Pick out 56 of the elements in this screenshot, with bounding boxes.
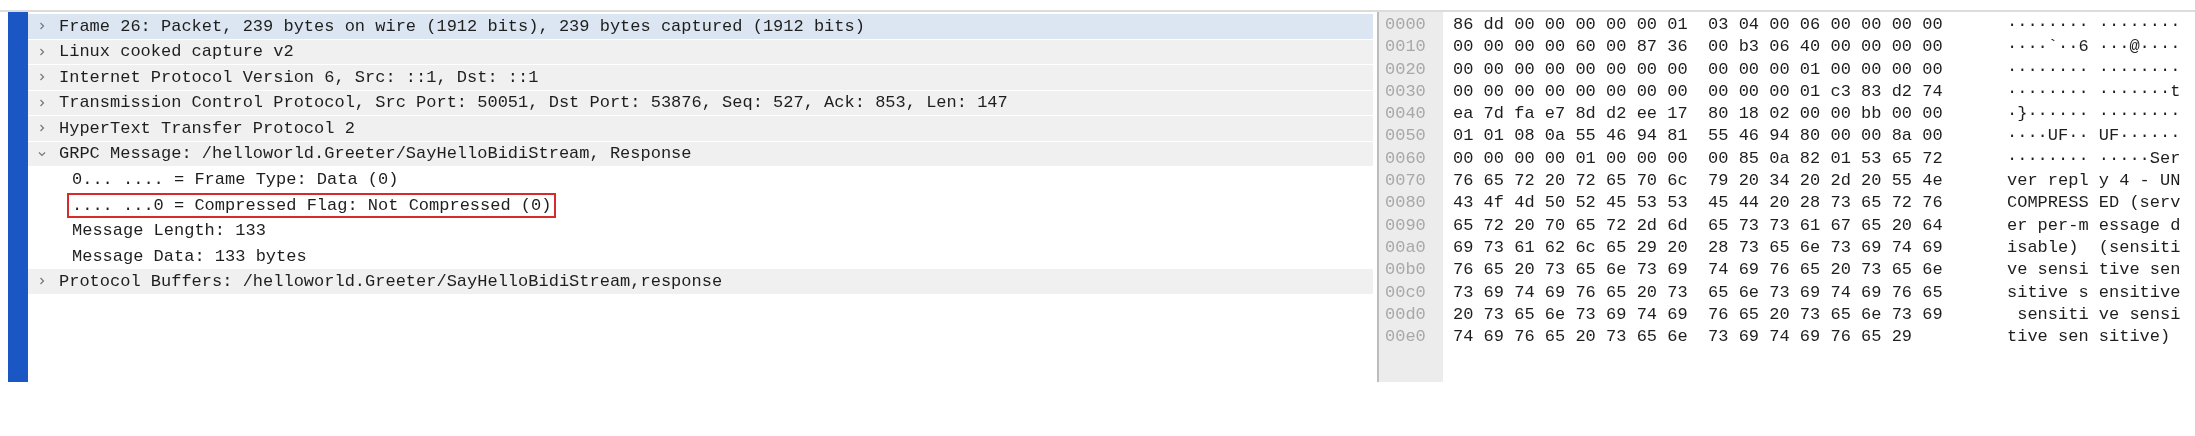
byte-offset: 0040	[1385, 104, 1426, 124]
hex-bytes: 76 65 72 20 72 65 70 6c 79 20 34 20 2d 20 55 4e	[1453, 171, 1943, 191]
hex-bytes: 00 00 00 00 00 00 00 00 00 00 00 01 00 00 00 00	[1453, 59, 1943, 79]
hex-bytes: 00 00 00 00 01 00 00 00 00 85 0a 82 01 53 65 72	[1453, 148, 1943, 168]
ascii-text: tive sen sitive)	[2007, 327, 2171, 347]
hex-bytes: 73 69 74 69 76 65 20 73 65 6e 73 69 74 69 76 65	[1453, 282, 1943, 302]
chevron-right-icon[interactable]	[37, 21, 47, 32]
ascii-text: sensiti ve sensi	[2016, 304, 2181, 324]
hex-bytes: 01 01 08 0a 55 46 94 81 55 46 94 80 00 00 8a 00	[1453, 126, 1943, 146]
chevron-right-icon[interactable]	[37, 123, 47, 134]
hex-bytes: 43 4f 4d 50 52 45 53 53 45 44 20 28 73 65 72 76	[1453, 193, 1943, 213]
byte-offset: 0000	[1385, 15, 1426, 34]
byte-offset: 00d0	[1385, 304, 1426, 324]
byte-offset: 0070	[1385, 171, 1426, 191]
ascii-text: ········ ·······t	[2007, 81, 2181, 101]
chevron-right-icon[interactable]	[37, 72, 47, 83]
byte-offset: 00c0	[1385, 282, 1426, 302]
ascii-text: ····UF·· UF······	[2007, 126, 2181, 146]
tree-item[interactable]: Message Length: 133	[67, 218, 271, 244]
byte-offset: 0060	[1385, 148, 1426, 168]
ascii-text: sitive s ensitive	[2007, 282, 2181, 302]
chevron-right-icon[interactable]	[37, 46, 47, 57]
hex-bytes: 20 73 65 6e 73 69 74 69 76 65 20 73 65 6e 73 69	[1453, 304, 1943, 324]
ascii-text: ········ ·····Ser	[2007, 148, 2181, 168]
byte-offset: 0050	[1385, 126, 1426, 146]
byte-offset: 00a0	[1385, 237, 1426, 257]
hex-bytes: ea 7d fa e7 8d d2 ee 17 80 18 02 00 00 bb 00 00	[1453, 104, 1943, 124]
hex-bytes: 69 73 61 62 6c 65 29 20 28 73 65 6e 73 69 74 69	[1453, 237, 1943, 257]
byte-offset: 0020	[1385, 59, 1426, 79]
byte-offset: 0010	[1385, 37, 1426, 57]
ascii-text: er per-m essage d	[2007, 215, 2181, 235]
chevron-right-icon[interactable]	[37, 97, 47, 108]
byte-offset: 0090	[1385, 215, 1426, 235]
hex-bytes: 00 00 00 00 00 00 00 00 00 00 00 01 c3 83 d2 74	[1453, 81, 1943, 101]
byte-offset: 0030	[1385, 81, 1426, 101]
ascii-text: ········ ········	[2007, 15, 2181, 34]
ascii-text: ········ ········	[2007, 59, 2181, 79]
ascii-text: ·}······ ········	[2007, 104, 2181, 124]
tree-item[interactable]: 0... .... = Frame Type: Data (0)	[67, 167, 404, 193]
byte-offset: 00e0	[1385, 327, 1426, 347]
tree-item[interactable]: .... ...0 = Compressed Flag: Not Compressed (0)	[67, 192, 557, 218]
hex-bytes: 74 69 76 65 20 73 65 6e 73 69 74 69 76 65 29	[1453, 327, 1913, 347]
tree-item[interactable]: Message Data: 133 bytes	[67, 243, 312, 269]
hex-bytes: 76 65 20 73 65 6e 73 69 74 69 76 65 20 73 65 6e	[1453, 260, 1943, 280]
hex-bytes: 86 dd 00 00 00 00 00 01 03 04 00 06 00 00 00 00	[1453, 15, 1943, 34]
ascii-text: ver repl y 4 - UN	[2007, 171, 2181, 191]
ascii-text: ve sensi tive sen	[2007, 260, 2181, 280]
byte-offset: 0080	[1385, 193, 1426, 213]
ascii-text: isable) (sensiti	[2007, 237, 2181, 257]
ascii-text: ····`··6 ···@····	[2007, 37, 2181, 57]
chevron-right-icon[interactable]	[37, 276, 47, 287]
hex-bytes: 00 00 00 00 60 00 87 36 00 b3 06 40 00 00 00 00	[1453, 37, 1943, 57]
tree-item[interactable]: Linux cooked capture v2	[54, 39, 299, 65]
byte-offset: 00b0	[1385, 260, 1426, 280]
hex-bytes: 65 72 20 70 65 72 2d 6d 65 73 73 61 67 65 20 64	[1453, 215, 1943, 235]
ascii-text: COMPRESS ED (serv	[2007, 193, 2181, 213]
